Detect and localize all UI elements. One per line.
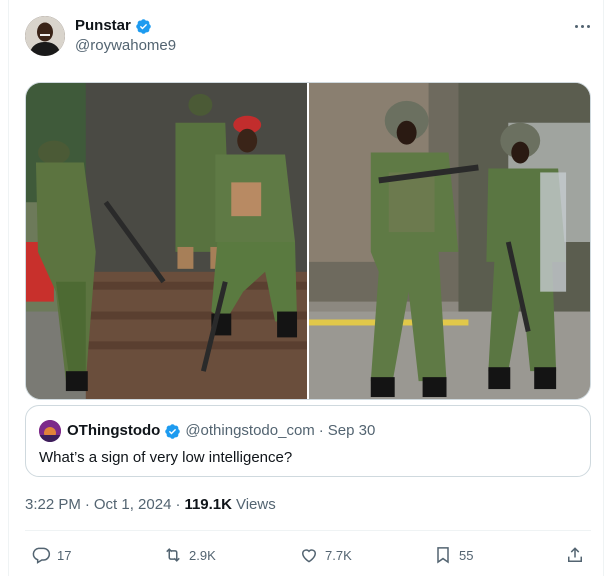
like-count: 7.7K [325,547,352,563]
quoted-post[interactable]: OThingstodo @othingstodo_com · Sep 30 Wh… [25,405,591,477]
more-dot [580,24,584,28]
share-icon [568,547,582,562]
post-meta: 3:22 PM · Oct 1, 2024 · 119.1K Views [25,495,276,515]
more-dot [586,24,590,28]
more-options-button[interactable] [568,14,596,38]
media-grid [25,82,591,400]
views-label: Views [235,496,276,513]
repost-button[interactable]: 2.9K [163,540,216,570]
divider [25,530,591,531]
bookmark-icon [437,547,449,564]
meta-separator: · [84,496,90,513]
reply-icon [32,547,51,564]
photo-left[interactable] [26,83,307,399]
quoted-display-name[interactable]: OThingstodo [67,421,160,441]
verified-badge-icon [135,18,152,35]
avatar[interactable] [25,16,65,56]
bookmark-count: 55 [459,547,474,563]
repost-count: 2.9K [189,547,216,563]
reply-button[interactable]: 17 [31,540,71,570]
meta-separator: · [175,496,181,513]
quoted-header: OThingstodo @othingstodo_com · Sep 30 [67,421,375,441]
post-time[interactable]: 3:22 PM [25,495,81,515]
views-count: 119.1K [184,496,232,513]
quoted-avatar[interactable] [39,420,61,442]
bookmark-button[interactable]: 55 [433,540,473,570]
action-bar: 17 2.9K 7.7K 55 [25,540,591,570]
post-date[interactable]: Oct 1, 2024 [94,495,172,515]
verified-badge-icon [164,423,181,440]
more-dots-icon [574,24,578,28]
author-display-name[interactable]: Punstar [75,16,131,36]
heart-icon [301,549,317,563]
photo-right[interactable] [309,83,590,399]
quoted-handle[interactable]: @othingstodo_com [185,421,314,441]
reply-count: 17 [57,547,72,563]
repost-icon [166,548,180,562]
author-name[interactable]: Punstar [75,16,152,36]
like-button[interactable]: 7.7K [299,540,352,570]
author-handle[interactable]: @roywahome9 [75,36,176,56]
quoted-date[interactable]: Sep 30 [328,421,376,441]
share-button[interactable] [565,540,585,570]
quoted-separator: · [318,422,324,439]
quoted-text: What’s a sign of very low intelligence? [39,449,293,466]
